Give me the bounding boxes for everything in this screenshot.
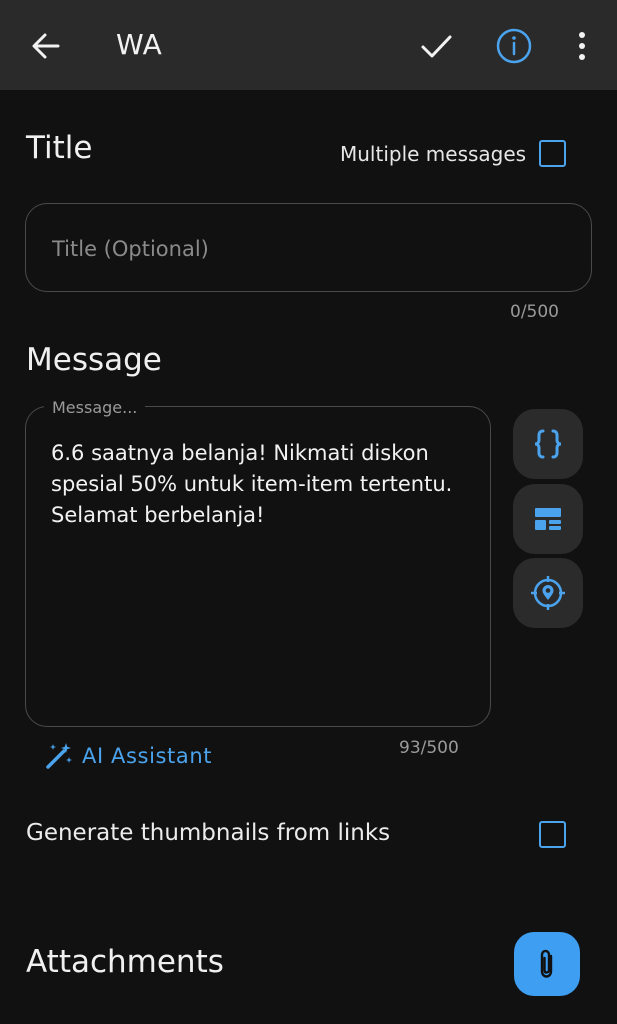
paperclip-icon — [540, 949, 553, 978]
message-counter: 93/500 — [399, 738, 459, 758]
title-field[interactable] — [25, 203, 592, 292]
more-vertical-icon[interactable] — [568, 28, 596, 64]
message-field-label: Message... — [44, 398, 146, 417]
multiple-messages-label: Multiple messages — [340, 142, 527, 166]
ai-assistant-button[interactable]: AI Assistant — [44, 740, 212, 772]
curly-braces-icon — [534, 429, 562, 459]
ai-assistant-label: AI Assistant — [82, 744, 213, 768]
message-text[interactable]: 6.6 saatnya belanja! Nikmati diskon spes… — [51, 438, 481, 531]
generate-thumbnails-checkbox[interactable] — [539, 821, 566, 848]
location-button[interactable] — [513, 558, 583, 628]
multiple-messages-checkbox[interactable] — [539, 140, 566, 167]
title-counter: 0/500 — [510, 302, 559, 322]
page-title: WA — [116, 28, 163, 61]
arrow-left-icon[interactable] — [28, 28, 64, 64]
add-attachment-button[interactable] — [514, 932, 580, 996]
title-heading: Title — [26, 130, 93, 166]
magic-wand-icon — [46, 743, 72, 769]
template-button[interactable] — [513, 484, 583, 554]
info-circle-icon[interactable] — [494, 26, 534, 66]
attachments-heading: Attachments — [26, 944, 224, 980]
generate-thumbnails-label: Generate thumbnails from links — [26, 820, 391, 846]
app-bar: WA — [0, 0, 617, 90]
location-icon — [531, 576, 565, 610]
title-input[interactable] — [52, 232, 552, 266]
check-icon[interactable] — [418, 28, 454, 64]
template-icon — [535, 508, 561, 530]
message-heading: Message — [26, 342, 162, 378]
insert-variable-button[interactable] — [513, 409, 583, 479]
